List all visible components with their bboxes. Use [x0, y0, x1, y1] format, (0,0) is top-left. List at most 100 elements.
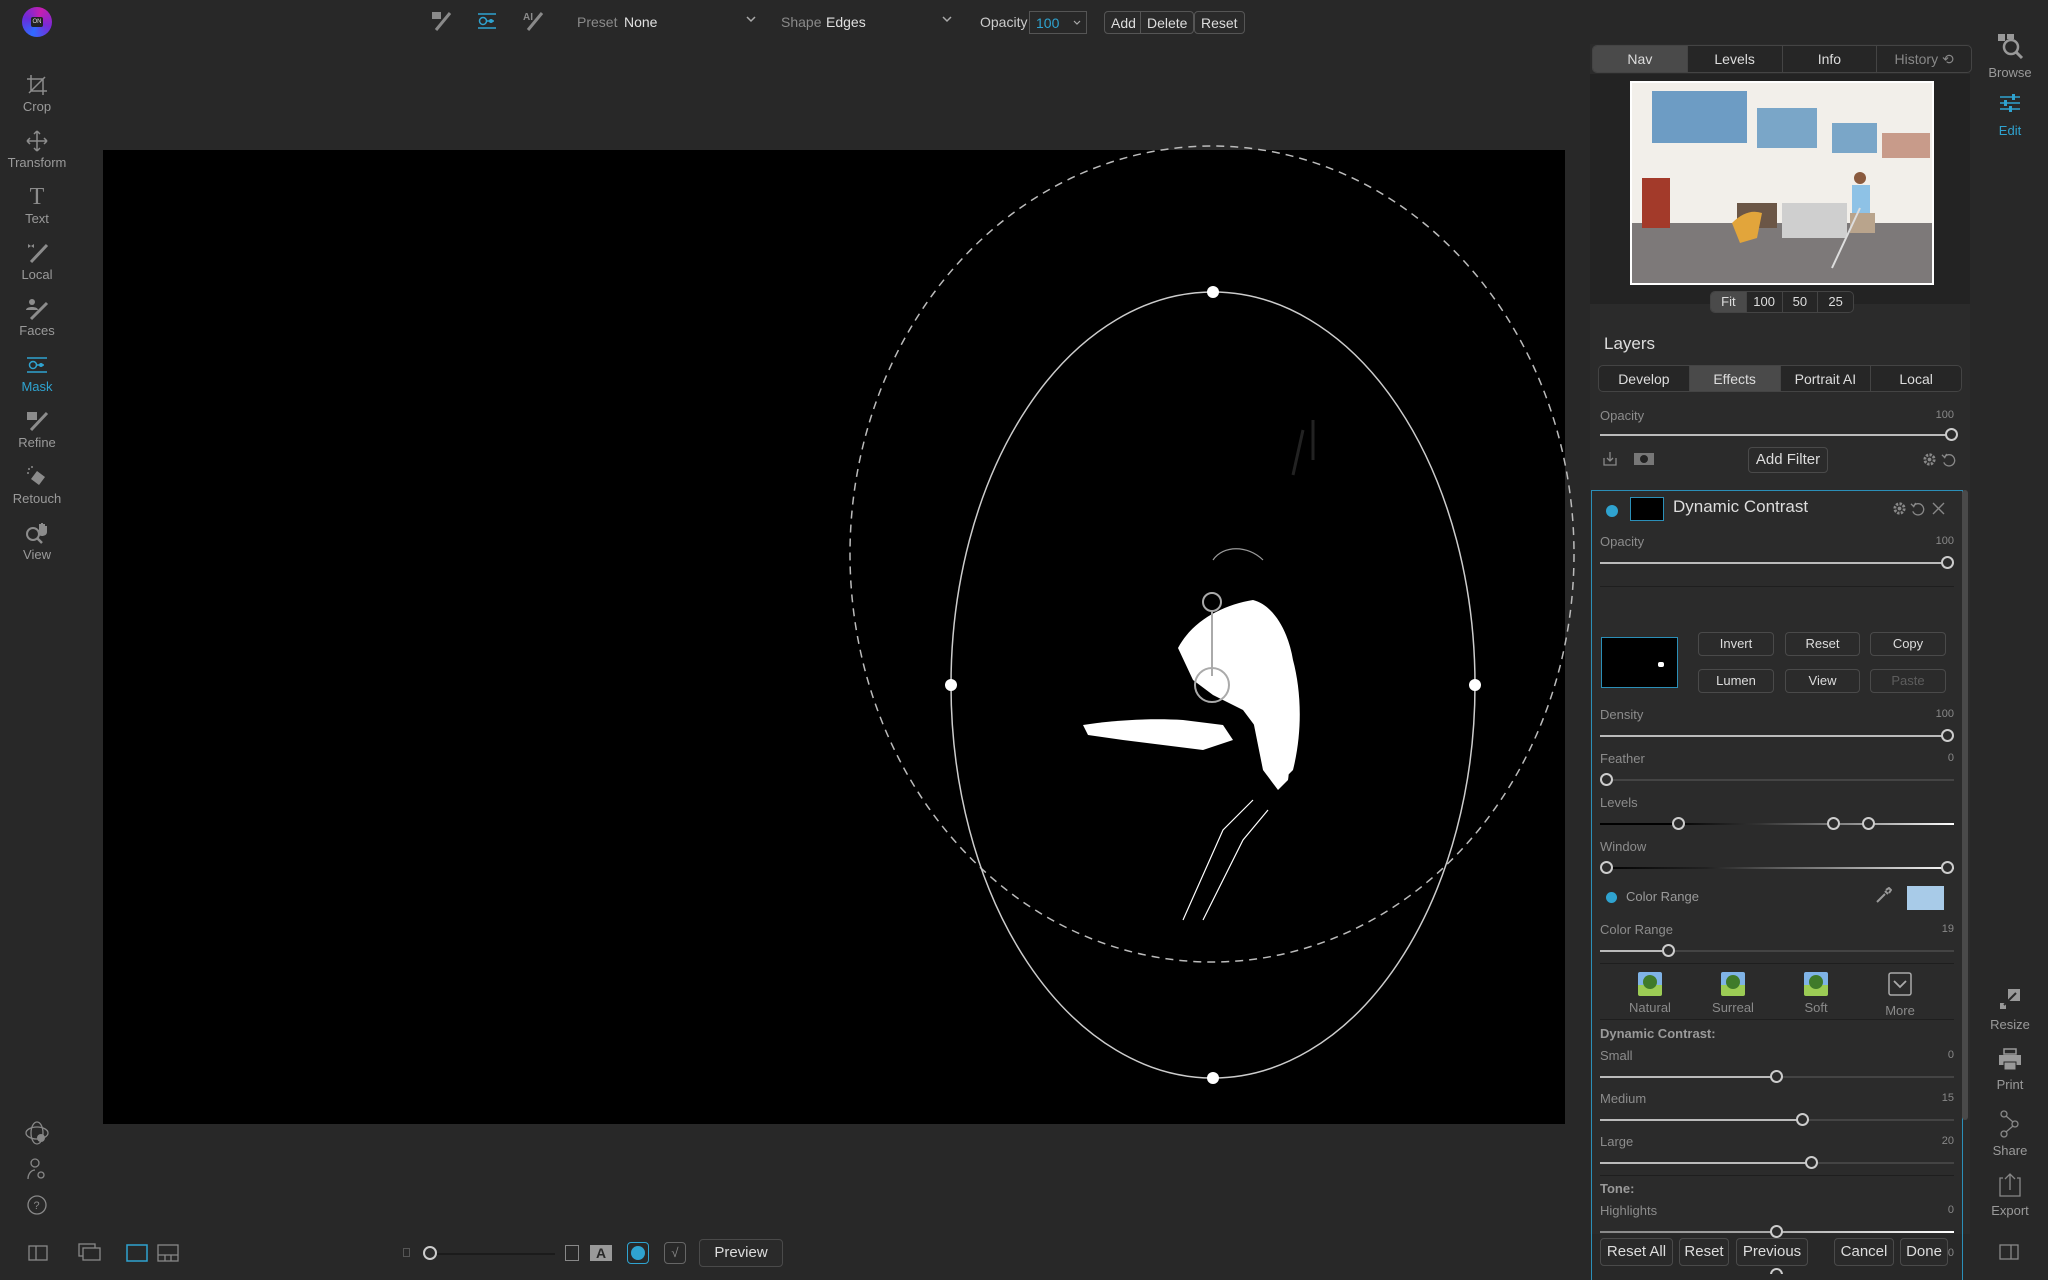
- delete-button[interactable]: Delete: [1140, 11, 1195, 34]
- mask-layer-icon[interactable]: [1634, 451, 1654, 467]
- tool-transform[interactable]: Transform: [0, 128, 74, 170]
- zoom-50-button[interactable]: 50: [1783, 292, 1819, 312]
- levels-slider[interactable]: Levels: [1600, 795, 1954, 830]
- reset-all-button[interactable]: Reset All: [1600, 1238, 1673, 1266]
- refine-brush-icon[interactable]: [428, 8, 454, 34]
- done-button[interactable]: Done: [1900, 1238, 1948, 1266]
- import-icon[interactable]: [1602, 451, 1618, 467]
- slider-knob[interactable]: [1770, 1268, 1783, 1274]
- feather-slider[interactable]: Feather 0: [1600, 751, 1954, 786]
- app-logo[interactable]: ON: [22, 7, 52, 37]
- large-slider[interactable]: Large 20: [1600, 1134, 1954, 1169]
- copy-button[interactable]: Copy: [1870, 632, 1946, 656]
- slider-knob[interactable]: [1796, 1113, 1809, 1126]
- auto-icon[interactable]: A: [590, 1245, 612, 1261]
- tool-text[interactable]: T Text: [0, 184, 74, 227]
- gear-icon[interactable]: [1922, 452, 1937, 467]
- filter-enabled-toggle[interactable]: [1606, 505, 1618, 517]
- mask-thumbnail[interactable]: [1601, 637, 1678, 688]
- filter-reset-icon[interactable]: [1910, 501, 1925, 516]
- preset-soft[interactable]: Soft: [1786, 972, 1846, 1015]
- user-settings-icon[interactable]: [26, 1157, 48, 1181]
- filter-opacity-slider[interactable]: Opacity 100: [1600, 534, 1954, 569]
- window-high-knob[interactable]: [1941, 861, 1954, 874]
- ai-brush-icon[interactable]: AI: [520, 8, 546, 34]
- slider-knob[interactable]: [1941, 729, 1954, 742]
- cancel-button[interactable]: Cancel: [1834, 1238, 1894, 1266]
- tool-faces[interactable]: Faces: [0, 296, 74, 338]
- slider-knob[interactable]: [1945, 428, 1958, 441]
- highlights-slider[interactable]: Highlights 0: [1600, 1203, 1954, 1238]
- filter-gear-icon[interactable]: [1892, 501, 1907, 516]
- slider-knob[interactable]: [1662, 944, 1675, 957]
- image-canvas[interactable]: [103, 150, 1565, 1124]
- reset-mask-button[interactable]: Reset: [1194, 11, 1245, 34]
- undo-icon[interactable]: [1941, 452, 1956, 467]
- slider-knob[interactable]: [1600, 773, 1613, 786]
- panel-scrollbar[interactable]: [1962, 490, 1968, 1120]
- tool-view[interactable]: View: [0, 520, 74, 562]
- shape-dropdown[interactable]: Edges: [826, 14, 866, 30]
- single-view-icon[interactable]: [126, 1244, 148, 1262]
- tool-refine[interactable]: Refine: [0, 408, 74, 450]
- slider-knob[interactable]: [1941, 556, 1954, 569]
- mask-reset-button[interactable]: Reset: [1785, 632, 1860, 656]
- filter-mask-thumbnail[interactable]: [1630, 497, 1664, 521]
- tab-develop[interactable]: Develop: [1599, 366, 1690, 391]
- module-export[interactable]: Export: [1980, 1172, 2040, 1218]
- tab-info[interactable]: Info: [1783, 46, 1878, 72]
- slider-knob[interactable]: [1770, 1225, 1783, 1238]
- navigator-thumbnail[interactable]: [1630, 81, 1934, 285]
- previous-button[interactable]: Previous: [1736, 1238, 1808, 1266]
- add-filter-button[interactable]: Add Filter: [1748, 447, 1828, 473]
- add-button[interactable]: Add: [1104, 11, 1143, 34]
- layers-globe-icon[interactable]: [24, 1120, 50, 1146]
- module-edit[interactable]: Edit: [1980, 92, 2040, 138]
- tab-portrait-ai[interactable]: Portrait AI: [1781, 366, 1872, 391]
- tab-nav[interactable]: Nav: [1593, 46, 1688, 72]
- compare-view-icon[interactable]: [157, 1244, 179, 1262]
- slider-knob[interactable]: [1805, 1156, 1818, 1169]
- preset-dropdown[interactable]: None: [624, 14, 657, 30]
- preset-more[interactable]: More: [1870, 972, 1930, 1018]
- tool-crop[interactable]: Crop: [0, 72, 74, 114]
- module-print[interactable]: Print: [1980, 1048, 2040, 1092]
- check-mask-icon[interactable]: √: [664, 1242, 686, 1264]
- preview-button[interactable]: Preview: [699, 1239, 783, 1267]
- medium-slider[interactable]: Medium 15: [1600, 1091, 1954, 1126]
- brush-size-knob[interactable]: [423, 1246, 437, 1260]
- levels-black-knob[interactable]: [1672, 817, 1685, 830]
- layer-opacity-slider[interactable]: Opacity 100: [1600, 408, 1958, 441]
- small-slider[interactable]: Small 0: [1600, 1048, 1954, 1083]
- brush-size-track[interactable]: [435, 1253, 555, 1255]
- invert-button[interactable]: Invert: [1698, 632, 1774, 656]
- tab-effects[interactable]: Effects: [1689, 366, 1781, 391]
- lumen-button[interactable]: Lumen: [1698, 669, 1774, 693]
- reset-button[interactable]: Reset: [1679, 1238, 1729, 1266]
- window-slider[interactable]: Window: [1600, 839, 1954, 874]
- module-browse[interactable]: Browse: [1980, 32, 2040, 80]
- levels-white-knob[interactable]: [1862, 817, 1875, 830]
- tab-history[interactable]: History ⟲: [1877, 46, 1971, 72]
- color-range-swatch[interactable]: [1907, 886, 1944, 910]
- tab-levels[interactable]: Levels: [1688, 46, 1783, 72]
- view-mask-button[interactable]: View: [1785, 669, 1860, 693]
- mask-tool-icon[interactable]: [474, 8, 500, 34]
- zoom-25-button[interactable]: 25: [1818, 292, 1853, 312]
- filmstrip-icon[interactable]: [78, 1243, 102, 1263]
- module-resize[interactable]: Resize: [1980, 988, 2040, 1032]
- opacity-select[interactable]: 100: [1029, 11, 1087, 34]
- tab-local[interactable]: Local: [1871, 366, 1961, 391]
- chevron-down-icon[interactable]: [940, 12, 954, 26]
- help-icon[interactable]: ?: [26, 1194, 48, 1216]
- zoom-fit-button[interactable]: Fit: [1711, 292, 1747, 312]
- color-range-toggle[interactable]: [1606, 892, 1617, 903]
- close-icon[interactable]: [1932, 502, 1945, 515]
- tool-retouch[interactable]: Retouch: [0, 464, 74, 506]
- color-range-slider[interactable]: Color Range 19: [1600, 922, 1954, 957]
- chevron-down-icon[interactable]: [744, 12, 758, 26]
- levels-mid-knob[interactable]: [1827, 817, 1840, 830]
- toggle-right-panel-icon[interactable]: [1999, 1244, 2019, 1260]
- preset-natural[interactable]: Natural: [1620, 972, 1680, 1015]
- toggle-left-panel-icon[interactable]: [28, 1245, 48, 1261]
